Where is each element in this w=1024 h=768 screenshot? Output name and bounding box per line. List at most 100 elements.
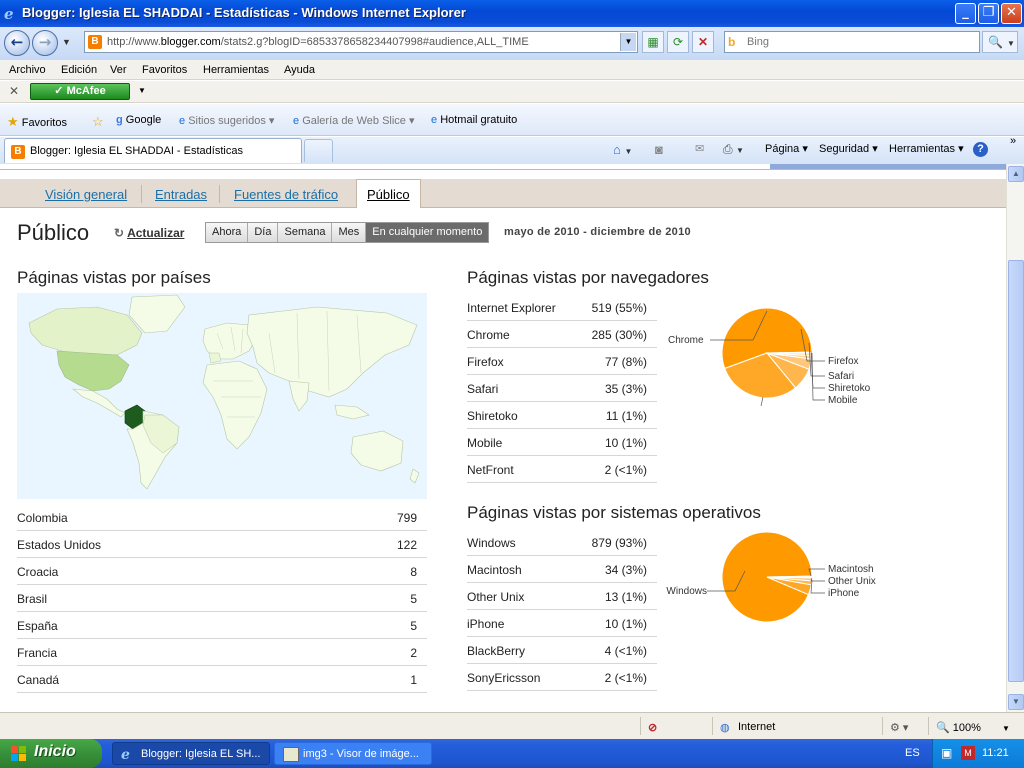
image-viewer-icon <box>283 747 299 762</box>
refresh-icon[interactable]: ⟳ <box>667 31 689 53</box>
search-box[interactable]: b <box>724 31 980 53</box>
taskbar-item-image-viewer[interactable]: img3 - Visor de imáge... <box>274 742 432 765</box>
scroll-down-icon[interactable]: ▼ <box>1008 694 1024 710</box>
maximize-button[interactable]: ❐ <box>978 3 999 24</box>
os-row-name: Macintosh <box>467 563 522 577</box>
tab-overview[interactable]: Visión general <box>45 187 127 202</box>
overflow-chevron-icon[interactable]: » <box>1010 135 1016 147</box>
popup-blocked-icon[interactable]: ⊘ <box>648 721 657 734</box>
tools-menu[interactable]: Herramientas ▾ <box>889 142 964 155</box>
os-row-value: 4 (<1%) <box>604 644 647 658</box>
range-day-button[interactable]: Día <box>248 223 279 242</box>
country-row: Brasil 5 <box>17 585 427 612</box>
refresh-link[interactable]: ↻ Actualizar <box>114 226 184 240</box>
home-icon[interactable]: ⌂ ▼ <box>613 142 632 157</box>
mcafee-dropdown-icon[interactable]: ▼ <box>138 86 146 95</box>
network-icon[interactable]: ▣ <box>941 746 952 760</box>
protected-mode-icon[interactable]: ⚙ ▾ <box>890 721 908 734</box>
browser-row-value: 10 (1%) <box>604 436 647 450</box>
tab-posts[interactable]: Entradas <box>155 187 207 202</box>
menu-ayuda[interactable]: Ayuda <box>284 64 315 76</box>
menu-herramientas[interactable]: Herramientas <box>203 64 269 76</box>
forward-button[interactable]: → <box>32 30 58 56</box>
browser-tab[interactable]: B Blogger: Iglesia EL SHADDAI - Estadíst… <box>4 138 302 163</box>
compatibility-icon[interactable]: ▦ <box>642 31 664 53</box>
suggested-sites-link[interactable]: e Sitios sugeridos ▾ <box>179 114 274 127</box>
webslice-link[interactable]: e Galería de Web Slice ▾ <box>293 114 415 127</box>
minimize-button[interactable]: _ <box>955 3 976 24</box>
country-row-value: 5 <box>410 619 417 633</box>
new-tab-button[interactable] <box>304 139 333 162</box>
ie-page-icon: e <box>431 114 438 126</box>
mcafee-button[interactable]: ✓ McAfee <box>30 83 130 100</box>
range-month-button[interactable]: Mes <box>332 223 367 242</box>
country-row-value: 1 <box>410 673 417 687</box>
menu-favoritos[interactable]: Favoritos <box>142 64 187 76</box>
url-dropdown-icon[interactable]: ▼ <box>620 33 636 51</box>
back-button[interactable]: ← <box>4 30 30 56</box>
os-row-name: Other Unix <box>467 590 525 604</box>
browser-row-value: 77 (8%) <box>604 355 647 369</box>
range-week-button[interactable]: Semana <box>278 223 333 242</box>
history-dropdown-icon[interactable]: ▼ <box>62 37 71 47</box>
os-pie-chart: Windows MacintoshOther UnixiPhone <box>666 531 876 623</box>
mcafee-tray-icon[interactable]: M <box>961 746 975 760</box>
os-row-value: 34 (3%) <box>604 563 647 577</box>
os-pie-leader <box>810 577 825 582</box>
hotmail-link[interactable]: e Hotmail gratuito <box>431 114 517 126</box>
bing-logo-icon: b <box>728 35 736 49</box>
close-button[interactable]: ✕ <box>1001 3 1022 24</box>
page-menu[interactable]: Página ▾ <box>765 142 808 155</box>
mail-icon[interactable]: ✉ <box>695 142 704 155</box>
browser-row: Firefox 77 (8%) <box>467 348 657 375</box>
scroll-up-icon[interactable]: ▲ <box>1008 166 1024 182</box>
security-menu[interactable]: Seguridad ▾ <box>819 142 878 155</box>
security-zone-label: Internet <box>738 721 776 733</box>
clock: 11:21 <box>982 747 1009 759</box>
os-row: Windows 879 (93%) <box>467 529 657 556</box>
title-bar: e Blogger: Iglesia EL SHADDAI - Estadíst… <box>0 0 1024 27</box>
close-toolbar-icon[interactable]: ✕ <box>9 84 19 98</box>
refresh-label: Actualizar <box>127 226 185 240</box>
webslice-label: Galería de Web Slice <box>302 115 406 127</box>
start-button[interactable]: Inicio <box>0 739 102 768</box>
menu-archivo[interactable]: Archivo <box>9 64 46 76</box>
rss-icon[interactable]: ◙ <box>655 142 663 157</box>
taskbar-item-browser[interactable]: e Blogger: Iglesia EL SH... <box>112 742 270 765</box>
os-row-name: iPhone <box>467 617 505 631</box>
zoom-control[interactable]: 🔍 100% ▼ <box>936 721 1010 734</box>
status-bar: ⊘ ◍ Internet ⚙ ▾ 🔍 100% ▼ <box>0 712 1024 739</box>
google-link[interactable]: g Google <box>116 114 161 126</box>
menu-ver[interactable]: Ver <box>110 64 127 76</box>
os-row: SonyEricsson 2 (<1%) <box>467 664 657 691</box>
favorites-bar: ★ Favoritos ☆ g Google e Sitios sugerido… <box>0 104 1024 136</box>
window-title: Blogger: Iglesia EL SHADDAI - Estadístic… <box>22 5 466 20</box>
start-label: Inicio <box>34 743 76 760</box>
search-button[interactable]: 🔍 ▼ <box>982 31 1018 53</box>
scroll-thumb[interactable] <box>1008 260 1024 682</box>
add-favorite-icon[interactable]: ☆ <box>92 114 104 130</box>
favorites-button[interactable]: ★ Favoritos <box>7 114 67 130</box>
internet-zone-icon: ◍ <box>720 722 730 734</box>
range-all-time-button[interactable]: En cualquier momento <box>366 223 489 242</box>
vertical-scrollbar[interactable]: ▲ ▼ <box>1006 164 1024 712</box>
date-range-label: mayo de 2010 - diciembre de 2010 <box>504 226 691 238</box>
language-indicator[interactable]: ES <box>905 747 920 759</box>
ie-icon: e <box>121 747 130 763</box>
help-icon[interactable]: ? <box>973 142 988 157</box>
print-icon[interactable]: ⎙ ▼ <box>723 142 744 157</box>
tab-audience[interactable]: Público <box>356 179 421 208</box>
status-divider <box>928 717 929 735</box>
browsers-pie-label: Firefox <box>828 356 859 367</box>
tab-traffic-sources[interactable]: Fuentes de tráfico <box>234 187 338 202</box>
status-divider <box>882 717 883 735</box>
stop-icon[interactable]: ✕ <box>692 31 714 53</box>
url-field[interactable]: B http://www.blogger.com/stats2.g?blogID… <box>84 31 638 53</box>
menu-edicion[interactable]: Edición <box>61 64 97 76</box>
range-now-button[interactable]: Ahora <box>206 223 249 242</box>
hotmail-label: Hotmail gratuito <box>440 114 518 126</box>
search-input[interactable] <box>747 34 967 50</box>
status-divider <box>712 717 713 735</box>
suggested-label: Sitios sugeridos <box>188 115 266 127</box>
tab-title: Blogger: Iglesia EL SHADDAI - Estadístic… <box>30 145 243 157</box>
